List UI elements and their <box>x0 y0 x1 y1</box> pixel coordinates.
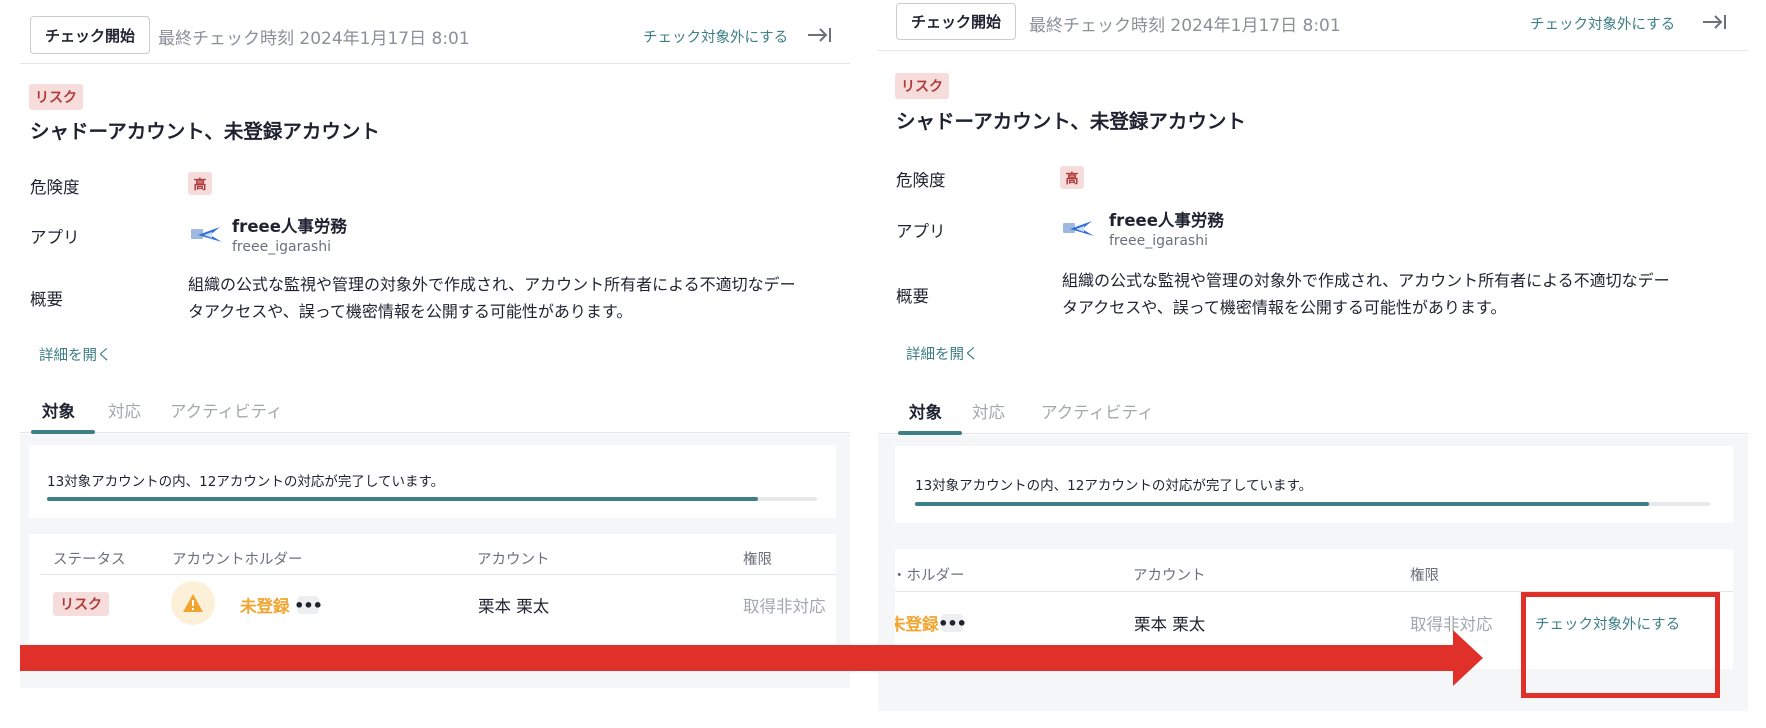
app-account-name: freee_igarashi <box>232 239 331 255</box>
col-header-account: アカウント <box>1133 568 1206 584</box>
top-bar: チェック開始 最終チェック時刻 2024年1月17日 8:01 チェック対象外に… <box>878 0 1748 51</box>
exclude-from-check-link[interactable]: チェック対象外にする <box>1530 13 1675 34</box>
col-header-account-holder: アカウントホルダー <box>172 552 303 568</box>
last-check-time: 最終チェック時刻 2024年1月17日 8:01 <box>158 29 470 49</box>
app-name: freee人事労務 <box>232 217 347 236</box>
account-name: 栗本 栗太 <box>478 597 550 616</box>
progress-text: 13対象アカウントの内、12アカウントの対応が完了しています。 <box>47 474 445 490</box>
summary-line: 組織の公式な監視や管理の対象外で作成され、アカウント所有者による不適切なデー <box>1062 271 1670 290</box>
col-header-permission: 権限 <box>743 552 772 568</box>
progress-bar-fill <box>47 497 758 501</box>
panel-before: チェック開始 最終チェック時刻 2024年1月17日 8:01 チェック対象外に… <box>20 0 850 700</box>
summary-text: 組織の公式な監視や管理の対象外で作成され、アカウント所有者による不適切なデー タ… <box>188 271 848 325</box>
progress-bar <box>47 497 817 501</box>
summary-label: 概要 <box>896 287 929 306</box>
app-label: アプリ <box>30 228 80 247</box>
tab-targets[interactable]: 対象 <box>909 399 942 423</box>
unregistered-holder: 未登録 <box>240 597 290 616</box>
summary-line: タアクセスや、誤って機密情報を公開する可能性があります。 <box>1062 298 1507 317</box>
open-details-link[interactable]: 詳細を開く <box>39 344 112 365</box>
tab-bar: 対象 対応 アクティビティ <box>20 388 850 434</box>
risk-badge: リスク <box>29 84 83 110</box>
warning-icon <box>171 581 215 625</box>
col-header-permission: 権限 <box>1410 568 1439 584</box>
severity-badge: 高 <box>1060 166 1084 189</box>
tab-activity[interactable]: アクティビティ <box>170 398 283 422</box>
more-options-button[interactable]: ••• <box>294 596 323 615</box>
page-title: シャドーアカウント、未登録アカウント <box>896 110 1246 133</box>
freee-app-icon <box>1063 221 1094 236</box>
col-header-account-holder: ・ホルダー <box>895 568 965 584</box>
page-title: シャドーアカウント、未登録アカウント <box>30 120 380 143</box>
summary-line: 組織の公式な監視や管理の対象外で作成され、アカウント所有者による不適切なデー <box>188 275 796 294</box>
accounts-table: ステータス アカウントホルダー アカウント 権限 リスク 未登録 ••• 栗本 … <box>29 534 836 644</box>
start-check-button[interactable]: チェック開始 <box>896 3 1017 40</box>
permission-value: 取得非対応 <box>743 597 826 616</box>
header-divider <box>41 574 836 575</box>
severity-label: 危険度 <box>896 171 946 190</box>
freee-app-icon <box>191 227 222 242</box>
last-check-time: 最終チェック時刻 2024年1月17日 8:01 <box>1029 16 1341 36</box>
severity-badge: 高 <box>188 172 212 195</box>
app-account-name: freee_igarashi <box>1109 233 1208 249</box>
red-arrow-annotation <box>20 630 1483 686</box>
progress-bar-fill <box>915 502 1649 506</box>
tab-response[interactable]: 対応 <box>108 398 141 422</box>
summary-line: タアクセスや、誤って機密情報を公開する可能性があります。 <box>188 302 633 321</box>
progress-card: 13対象アカウントの内、12アカウントの対応が完了しています。 <box>895 446 1733 523</box>
open-details-link[interactable]: 詳細を開く <box>906 343 979 364</box>
tab-targets[interactable]: 対象 <box>42 398 75 422</box>
collapse-panel-icon[interactable] <box>806 26 832 44</box>
collapse-panel-icon[interactable] <box>1701 13 1727 31</box>
risk-badge: リスク <box>895 73 949 99</box>
progress-card: 13対象アカウントの内、12アカウントの対応が完了しています。 <box>29 445 836 518</box>
app-label: アプリ <box>896 222 946 241</box>
app-name: freee人事労務 <box>1109 211 1224 230</box>
col-header-account: アカウント <box>477 552 550 568</box>
tab-response[interactable]: 対応 <box>972 399 1005 423</box>
exclude-from-check-link[interactable]: チェック対象外にする <box>643 26 788 47</box>
severity-label: 危険度 <box>30 178 80 197</box>
start-check-button[interactable]: チェック開始 <box>30 16 151 54</box>
progress-text: 13対象アカウントの内、12アカウントの対応が完了しています。 <box>915 478 1313 494</box>
status-badge: リスク <box>53 592 109 616</box>
highlight-annotation <box>1521 592 1720 698</box>
tab-activity[interactable]: アクティビティ <box>1041 399 1154 423</box>
summary-label: 概要 <box>30 290 63 309</box>
tab-bar: 対象 対応 アクティビティ <box>878 389 1748 435</box>
top-bar: チェック開始 最終チェック時刻 2024年1月17日 8:01 チェック対象外に… <box>20 0 850 64</box>
panel-after: チェック開始 最終チェック時刻 2024年1月17日 8:01 チェック対象外に… <box>878 0 1748 715</box>
progress-bar <box>915 502 1710 506</box>
summary-text: 組織の公式な監視や管理の対象外で作成され、アカウント所有者による不適切なデー タ… <box>1062 267 1742 321</box>
col-header-status: ステータス <box>53 552 126 568</box>
